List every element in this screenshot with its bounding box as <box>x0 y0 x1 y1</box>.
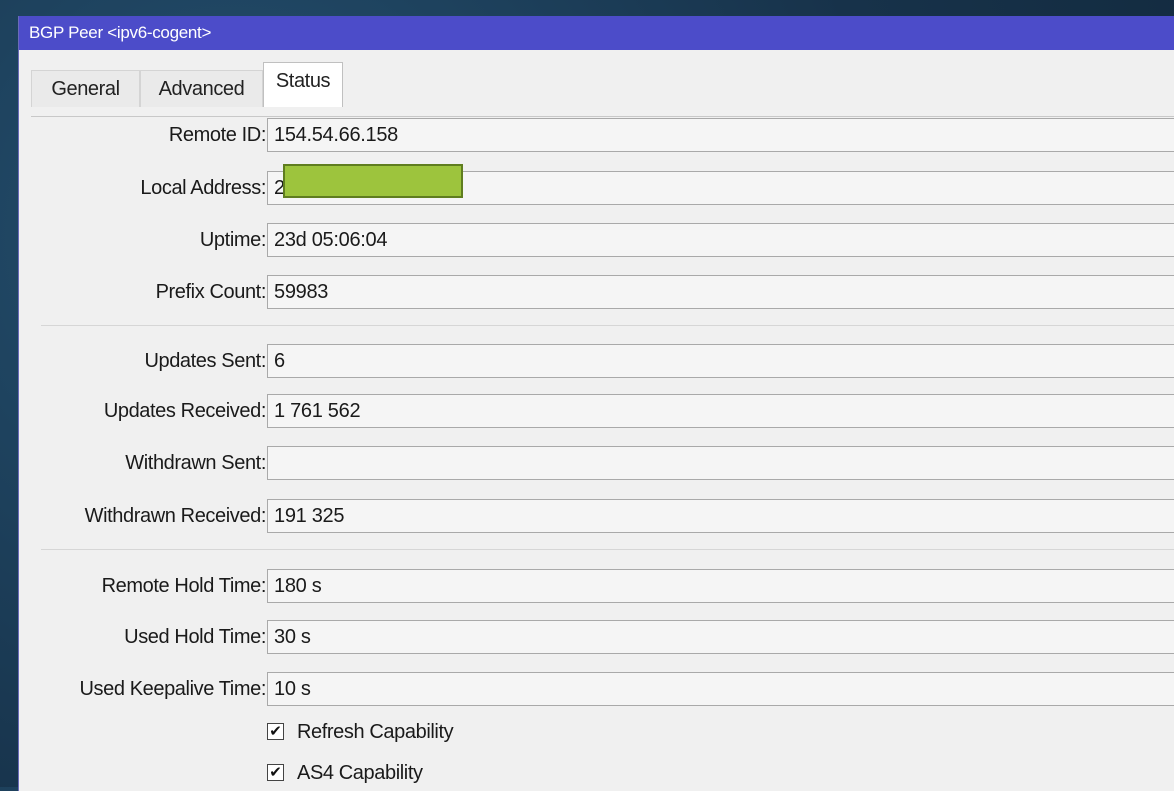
used-hold-time-row: Used Hold Time: 30 s <box>19 620 1174 654</box>
local-address-row: Local Address: 2 <box>19 171 1174 205</box>
used-keepalive-time-field[interactable]: 10 s <box>267 672 1174 706</box>
prefix-count-row: Prefix Count: 59983 <box>19 275 1174 309</box>
as4-capability-label: AS4 Capability <box>297 762 423 784</box>
remote-hold-time-row: Remote Hold Time: 180 s <box>19 569 1174 603</box>
used-hold-time-label: Used Hold Time: <box>124 626 266 648</box>
remote-hold-time-field[interactable]: 180 s <box>267 569 1174 603</box>
checkmark-icon[interactable]: ✔ <box>267 723 284 740</box>
withdrawn-sent-row: Withdrawn Sent: <box>19 446 1174 480</box>
updates-received-row: Updates Received: 1 761 562 <box>19 394 1174 428</box>
uptime-row: Uptime: 23d 05:06:04 <box>19 223 1174 257</box>
remote-id-field[interactable]: 154.54.66.158 <box>267 118 1174 152</box>
tab-bar: General Advanced Status <box>31 60 1174 117</box>
remote-id-label: Remote ID: <box>168 124 267 146</box>
window-title: BGP Peer <ipv6-cogent> <box>19 16 1174 50</box>
redaction-block <box>283 164 463 198</box>
updates-sent-row: Updates Sent: 6 <box>19 344 1174 378</box>
tab-general[interactable]: General <box>31 70 140 107</box>
used-keepalive-time-row: Used Keepalive Time: 10 s <box>19 672 1174 706</box>
withdrawn-received-row: Withdrawn Received: 191 325 <box>19 499 1174 533</box>
updates-received-label: Updates Received: <box>103 400 267 422</box>
withdrawn-received-field[interactable]: 191 325 <box>267 499 1174 533</box>
tab-advanced[interactable]: Advanced <box>140 70 263 107</box>
tab-status[interactable]: Status <box>263 62 343 107</box>
section-divider <box>41 549 1174 550</box>
used-keepalive-time-label: Used Keepalive Time: <box>79 678 266 700</box>
remote-id-row: Remote ID: 154.54.66.158 <box>19 118 1174 152</box>
updates-sent-label: Updates Sent: <box>144 350 266 372</box>
withdrawn-sent-label: Withdrawn Sent: <box>125 452 266 474</box>
updates-received-field[interactable]: 1 761 562 <box>267 394 1174 428</box>
remote-hold-time-label: Remote Hold Time: <box>101 575 267 597</box>
withdrawn-sent-field[interactable] <box>267 446 1174 480</box>
prefix-count-label: Prefix Count: <box>155 281 267 303</box>
checkmark-icon[interactable]: ✔ <box>267 764 284 781</box>
withdrawn-received-label: Withdrawn Received: <box>84 505 267 527</box>
bgp-peer-window: BGP Peer <ipv6-cogent> General Advanced … <box>18 16 1174 791</box>
prefix-count-field[interactable]: 59983 <box>267 275 1174 309</box>
used-hold-time-field[interactable]: 30 s <box>267 620 1174 654</box>
updates-sent-field[interactable]: 6 <box>267 344 1174 378</box>
local-address-label: Local Address: <box>140 177 266 199</box>
uptime-label: Uptime: <box>199 229 267 251</box>
section-divider <box>41 325 1174 326</box>
uptime-field[interactable]: 23d 05:06:04 <box>267 223 1174 257</box>
refresh-capability-label: Refresh Capability <box>297 721 454 743</box>
